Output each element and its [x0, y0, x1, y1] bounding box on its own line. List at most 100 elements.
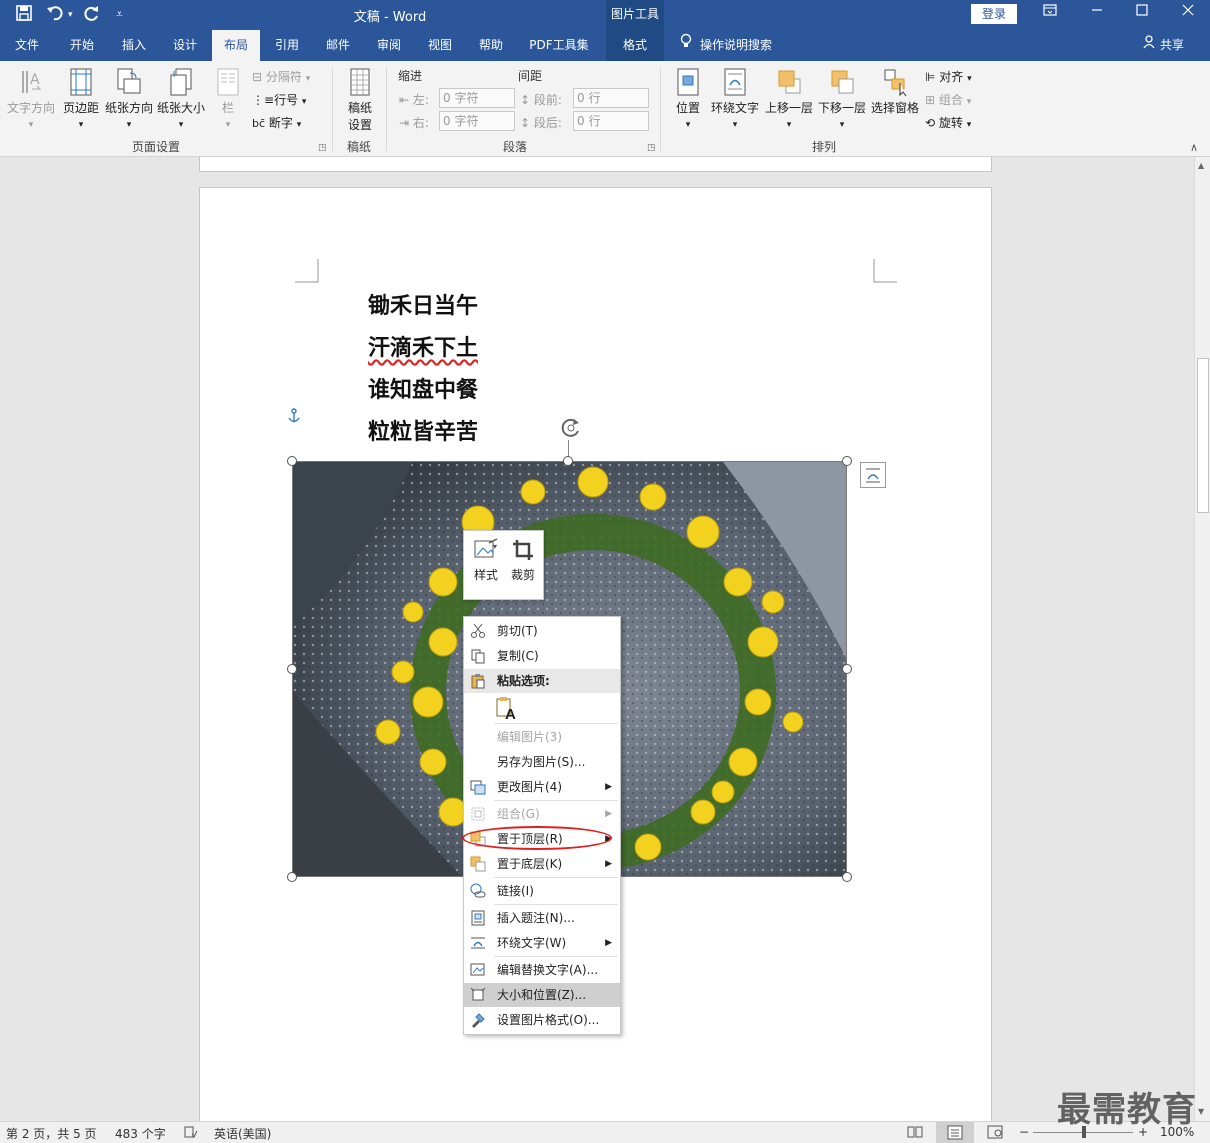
wrap-text-button[interactable]: 环绕文字 ▾ — [709, 67, 761, 130]
margins-button[interactable]: 页边距 ▾ — [60, 67, 102, 130]
close-icon[interactable] — [1178, 4, 1198, 20]
page-setup-launcher-icon[interactable]: ◳ — [318, 143, 327, 153]
resize-handle[interactable] — [563, 456, 573, 466]
menu-item-copy[interactable]: 复制(C) — [464, 644, 620, 668]
print-layout-icon[interactable] — [936, 1122, 974, 1143]
resize-handle[interactable] — [287, 664, 297, 674]
tab-view[interactable]: 视图 — [416, 30, 464, 61]
scroll-down-arrow-icon[interactable]: ▼ — [1198, 1107, 1204, 1116]
indent-right-input[interactable]: 0 字符 — [439, 111, 515, 131]
manuscript-settings-button[interactable]: 稿纸 设置 — [340, 67, 380, 133]
tab-design[interactable]: 设计 — [161, 30, 209, 61]
page-corner-mark — [295, 259, 319, 283]
menu-item-change-picture[interactable]: 更改图片(4) ▶ — [464, 775, 620, 799]
spacing-after-input[interactable]: 0 行 — [573, 111, 649, 131]
breaks-button[interactable]: ⊟ 分隔符 ▾ — [252, 68, 310, 85]
collapse-ribbon-icon[interactable]: ∧ — [1190, 141, 1198, 154]
minimize-icon[interactable] — [1087, 4, 1107, 20]
menu-item-insert-caption[interactable]: 插入题注(N)... — [464, 906, 620, 930]
menu-item-save-as-picture[interactable]: 另存为图片(S)... — [464, 750, 620, 774]
scrollbar-thumb[interactable] — [1197, 358, 1209, 513]
text-direction-button[interactable]: A 文字方向 ▾ — [6, 67, 56, 130]
scroll-up-arrow-icon[interactable]: ▲ — [1198, 161, 1204, 170]
position-button[interactable]: 位置 ▾ — [670, 67, 706, 130]
rotate-handle-icon[interactable] — [558, 415, 584, 441]
resize-handle[interactable] — [842, 872, 852, 882]
resize-handle[interactable] — [842, 664, 852, 674]
group-divider — [386, 67, 387, 151]
bring-forward-button[interactable]: 上移一层 ▾ — [763, 67, 815, 130]
proofing-icon[interactable] — [184, 1125, 198, 1142]
tab-layout[interactable]: 布局 — [212, 30, 260, 61]
menu-item-link[interactable]: 链接(I) — [464, 879, 620, 903]
hyphenation-icon: bc̄ — [252, 117, 266, 130]
menu-item-cut[interactable]: 剪切(T) — [464, 619, 620, 643]
send-backward-button[interactable]: 下移一层 ▾ — [816, 67, 868, 130]
menu-item-format-picture[interactable]: 设置图片格式(O)... — [464, 1008, 620, 1032]
tab-help[interactable]: 帮助 — [467, 30, 515, 61]
paragraph-launcher-icon[interactable]: ◳ — [647, 143, 656, 153]
picture-tools-header: 图片工具 — [606, 0, 664, 30]
tab-insert[interactable]: 插入 — [110, 30, 158, 61]
group-divider — [660, 67, 661, 151]
web-layout-icon[interactable] — [987, 1125, 1003, 1142]
indent-left-icon: ⇤ — [399, 93, 410, 107]
indent-left-input[interactable]: 0 字符 — [439, 88, 515, 108]
menu-item-send-to-back[interactable]: 置于底层(K) ▶ — [464, 852, 620, 876]
ribbon-display-options-icon[interactable] — [1040, 4, 1060, 20]
picture-style-button[interactable]: ▾ 样式 — [469, 537, 503, 583]
tab-mailings[interactable]: 邮件 — [314, 30, 362, 61]
align-button[interactable]: ⊫ 对齐 ▾ — [925, 68, 972, 85]
group-icon — [471, 807, 485, 821]
hyphenation-button[interactable]: bc̄ 断字 ▾ — [252, 114, 301, 131]
word-count[interactable]: 483 个字 — [115, 1125, 166, 1142]
size-button[interactable]: 纸张大小 ▾ — [155, 67, 207, 130]
tab-home[interactable]: 开始 — [58, 30, 106, 61]
anchor-icon — [288, 408, 300, 423]
tab-file[interactable]: 文件 — [4, 30, 50, 61]
svg-text:▾: ▾ — [493, 542, 497, 551]
rotate-button[interactable]: ⟲ 旋转 ▾ — [925, 114, 971, 131]
share-button[interactable]: 共享 — [1143, 30, 1184, 61]
tab-references[interactable]: 引用 — [263, 30, 311, 61]
layout-options-button[interactable] — [860, 462, 886, 488]
submenu-arrow-icon: ▶ — [605, 809, 612, 819]
spacing-before-input[interactable]: 0 行 — [573, 88, 649, 108]
align-icon: ⊫ — [925, 70, 936, 84]
svg-text:A: A — [505, 706, 516, 721]
layout-options-icon — [866, 468, 880, 483]
resize-handle[interactable] — [287, 872, 297, 882]
ribbon-tab-bar: 文件 开始 插入 设计 布局 引用 邮件 审阅 视图 帮助 PDF工具集 格式 … — [0, 30, 1210, 61]
columns-button[interactable]: 栏 ▾ — [212, 67, 244, 130]
menu-separator — [494, 877, 618, 878]
menu-item-wrap-text[interactable]: 环绕文字(W) ▶ — [464, 931, 620, 955]
resize-handle[interactable] — [287, 456, 297, 466]
crop-button[interactable]: 裁剪 — [506, 537, 540, 583]
indent-right-label: ⇥ 右: — [399, 116, 429, 130]
tell-me-search[interactable]: 操作说明搜索 — [680, 30, 772, 61]
bring-forward-icon — [778, 70, 801, 94]
tab-pdf-tools[interactable]: PDF工具集 — [521, 30, 597, 61]
margins-icon — [70, 68, 92, 96]
submenu-arrow-icon: ▶ — [605, 782, 612, 792]
columns-icon — [217, 68, 239, 96]
selection-pane-icon — [884, 69, 907, 97]
selection-pane-button[interactable]: 选择窗格 — [869, 67, 921, 116]
orientation-button[interactable]: 纸张方向 ▾ — [103, 67, 155, 130]
menu-item-edit-alt-text[interactable]: 编辑替换文字(A)... — [464, 958, 620, 982]
read-mode-icon[interactable] — [907, 1125, 923, 1142]
menu-item-size-and-position[interactable]: 大小和位置(Z)... — [464, 983, 620, 1007]
format-picture-icon — [472, 1013, 485, 1028]
login-button[interactable]: 登录 — [971, 4, 1017, 24]
zoom-out-icon[interactable]: − — [1019, 1125, 1029, 1139]
maximize-icon[interactable] — [1132, 4, 1152, 20]
line-numbers-button[interactable]: ⋮≡行号 ▾ — [252, 91, 306, 108]
tab-format[interactable]: 格式 — [606, 30, 664, 61]
resize-handle[interactable] — [842, 456, 852, 466]
tab-review[interactable]: 审阅 — [365, 30, 413, 61]
page-count[interactable]: 第 2 页，共 5 页 — [6, 1125, 97, 1142]
group-button[interactable]: ⊞ 组合 ▾ — [925, 91, 971, 108]
paste-keep-text-only-button[interactable]: A — [494, 695, 520, 723]
language-indicator[interactable]: 英语(美国) — [214, 1125, 271, 1142]
vertical-scrollbar[interactable]: ▲ ▼ — [1194, 157, 1210, 1121]
